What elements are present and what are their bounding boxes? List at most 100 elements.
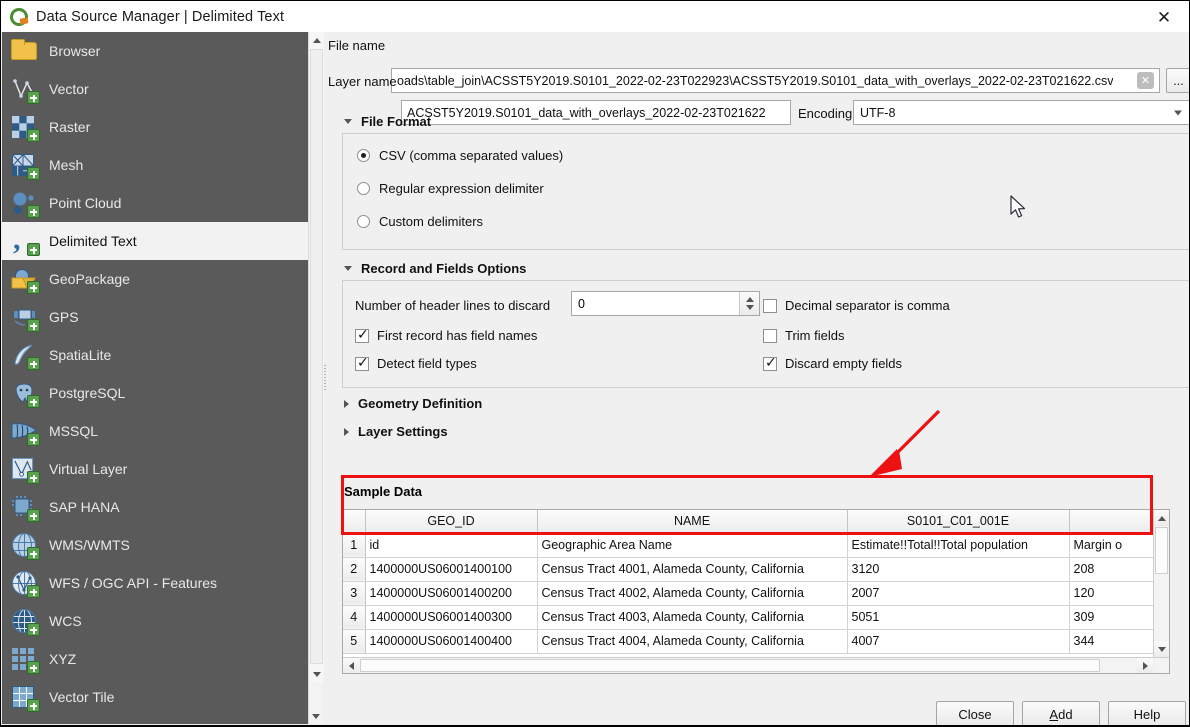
cell-geo-id[interactable]: 1400000US06001400100 xyxy=(365,557,537,581)
stepper-buttons[interactable] xyxy=(739,292,759,315)
cell-name[interactable]: Census Tract 4004, Alameda County, Calif… xyxy=(537,629,847,653)
panel-scroll-down-icon[interactable] xyxy=(309,666,324,682)
vector-icon xyxy=(10,74,40,104)
sidebar-item-xyz[interactable]: XYZ xyxy=(2,640,308,678)
stepper-up-icon[interactable] xyxy=(746,297,754,302)
table-row[interactable]: 3 1400000US06001400200 Census Tract 4002… xyxy=(343,581,1155,605)
column-header-name[interactable]: NAME xyxy=(537,510,847,533)
file-name-input[interactable]: oads\table_join\ACSST5Y2019.S0101_2022-0… xyxy=(391,68,1160,93)
table-row[interactable]: 1 id Geographic Area Name Estimate!!Tota… xyxy=(343,533,1155,557)
table-horizontal-scrollbar[interactable] xyxy=(343,657,1169,673)
sidebar-item-gps[interactable]: GPS xyxy=(2,298,308,336)
browse-button[interactable]: ... xyxy=(1166,68,1190,93)
cell-s0101-c01-001e[interactable]: 2007 xyxy=(847,581,1069,605)
radio-csv[interactable]: CSV (comma separated values) xyxy=(357,148,563,163)
postgresql-icon xyxy=(10,378,40,408)
layer-name-input[interactable]: ACSST5Y2019.S0101_data_with_overlays_202… xyxy=(401,100,791,125)
sample-data-table: GEO_ID NAME S0101_C01_001E 1 id Geograph… xyxy=(343,510,1156,654)
panel-scrollbar[interactable] xyxy=(309,32,324,682)
layer-settings-section-header[interactable]: Layer Settings xyxy=(344,424,448,439)
file-format-section-header[interactable]: File Format xyxy=(344,114,431,129)
checkbox-first-record-has-field-names[interactable]: First record has field names xyxy=(355,328,537,343)
layer-name-value: ACSST5Y2019.S0101_data_with_overlays_202… xyxy=(407,106,766,120)
cell-name[interactable]: Census Tract 4001, Alameda County, Calif… xyxy=(537,557,847,581)
table-scroll-left-icon[interactable] xyxy=(343,658,359,673)
cell-s0101-c01-001e[interactable]: 3120 xyxy=(847,557,1069,581)
column-header-blank[interactable] xyxy=(1069,510,1155,533)
record-fields-section-header[interactable]: Record and Fields Options xyxy=(344,261,526,276)
cell-geo-id[interactable]: id xyxy=(365,533,537,557)
sidebar-item-label: PostgreSQL xyxy=(49,385,125,401)
wfs-icon xyxy=(10,568,40,598)
radio-custom-delimiters[interactable]: Custom delimiters xyxy=(357,214,483,229)
cell-s0101-c01-001e[interactable]: 5051 xyxy=(847,605,1069,629)
close-button[interactable]: Close xyxy=(936,701,1014,727)
checkbox-discard-empty-fields[interactable]: Discard empty fields xyxy=(763,356,902,371)
checkbox-detect-field-types[interactable]: Detect field types xyxy=(355,356,477,371)
clear-icon[interactable]: ✕ xyxy=(1137,72,1154,89)
panel-scroll-up-icon[interactable] xyxy=(309,32,324,48)
geometry-definition-section-header[interactable]: Geometry Definition xyxy=(344,396,482,411)
sidebar-item-vector[interactable]: Vector xyxy=(2,70,308,108)
header-lines-stepper[interactable]: 0 xyxy=(571,291,760,316)
cell-s0101-c01-001e[interactable]: Estimate!!Total!!Total population xyxy=(847,533,1069,557)
chevron-right-icon xyxy=(344,400,349,408)
panel-scroll-thumb[interactable] xyxy=(310,49,323,664)
sidebar-item-browser[interactable]: Browser xyxy=(2,32,308,70)
radio-icon xyxy=(357,182,370,195)
close-icon[interactable]: ✕ xyxy=(1147,5,1181,29)
sidebar-item-delimited-text[interactable]: , Delimited Text xyxy=(2,222,308,260)
vector-tile-icon xyxy=(10,682,40,712)
checkbox-decimal-separator-is-comma[interactable]: Decimal separator is comma xyxy=(763,298,950,313)
sidebar-item-wfs[interactable]: WFS / OGC API - Features xyxy=(2,564,308,602)
sidebar-item-postgresql[interactable]: PostgreSQL xyxy=(2,374,308,412)
table-row[interactable]: 4 1400000US06001400300 Census Tract 4003… xyxy=(343,605,1155,629)
encoding-select[interactable]: UTF-8 xyxy=(853,100,1190,125)
cell-margin[interactable]: 120 xyxy=(1069,581,1155,605)
cell-geo-id[interactable]: 1400000US06001400300 xyxy=(365,605,537,629)
sidebar-item-virtual-layer[interactable]: Virtual Layer xyxy=(2,450,308,488)
checkbox-trim-fields[interactable]: Trim fields xyxy=(763,328,844,343)
checkbox-label: Discard empty fields xyxy=(785,356,902,371)
cell-geo-id[interactable]: 1400000US06001400400 xyxy=(365,629,537,653)
radio-regex-delimiter[interactable]: Regular expression delimiter xyxy=(357,181,544,196)
table-row[interactable]: 2 1400000US06001400100 Census Tract 4001… xyxy=(343,557,1155,581)
sidebar-item-wms-wmts[interactable]: WMS/WMTS xyxy=(2,526,308,564)
column-header-geo-id[interactable]: GEO_ID xyxy=(365,510,537,533)
table-vscroll-thumb[interactable] xyxy=(1155,527,1168,574)
cell-margin[interactable]: 309 xyxy=(1069,605,1155,629)
scroll-down-icon[interactable] xyxy=(309,708,323,724)
cell-name[interactable]: Geographic Area Name xyxy=(537,533,847,557)
source-type-sidebar[interactable]: Browser Vector xyxy=(2,32,308,724)
cell-geo-id[interactable]: 1400000US06001400200 xyxy=(365,581,537,605)
table-row[interactable]: 5 1400000US06001400400 Census Tract 4004… xyxy=(343,629,1155,653)
sidebar-item-vector-tile[interactable]: Vector Tile xyxy=(2,678,308,716)
cell-s0101-c01-001e[interactable]: 4007 xyxy=(847,629,1069,653)
row-number: 1 xyxy=(343,533,365,557)
help-button[interactable]: Help xyxy=(1108,701,1186,727)
sidebar-item-sap-hana[interactable]: SAP HANA xyxy=(2,488,308,526)
table-hscroll-thumb[interactable] xyxy=(360,659,1100,672)
column-header-s0101-c01-001e[interactable]: S0101_C01_001E xyxy=(847,510,1069,533)
virtual-layer-icon xyxy=(10,454,40,484)
cell-name[interactable]: Census Tract 4003, Alameda County, Calif… xyxy=(537,605,847,629)
sidebar-item-wcs[interactable]: WCS xyxy=(2,602,308,640)
add-button[interactable]: Add xyxy=(1022,701,1100,727)
cell-margin[interactable]: Margin o xyxy=(1069,533,1155,557)
sidebar-item-mesh[interactable]: Mesh xyxy=(2,146,308,184)
mssql-icon xyxy=(10,416,40,446)
sidebar-item-raster[interactable]: Raster xyxy=(2,108,308,146)
cell-margin[interactable]: 344 xyxy=(1069,629,1155,653)
qgis-logo-icon xyxy=(10,8,28,26)
stepper-down-icon[interactable] xyxy=(746,305,754,310)
table-scroll-right-icon[interactable] xyxy=(1137,658,1153,673)
sidebar-item-point-cloud[interactable]: Point Cloud xyxy=(2,184,308,222)
cell-margin[interactable]: 208 xyxy=(1069,557,1155,581)
sidebar-item-mssql[interactable]: MSSQL xyxy=(2,412,308,450)
table-scroll-down-icon[interactable] xyxy=(1154,641,1169,657)
table-scroll-up-icon[interactable] xyxy=(1154,510,1169,526)
sidebar-item-spatialite[interactable]: SpatiaLite xyxy=(2,336,308,374)
cell-name[interactable]: Census Tract 4002, Alameda County, Calif… xyxy=(537,581,847,605)
table-vertical-scrollbar[interactable] xyxy=(1153,510,1169,657)
sidebar-item-geopackage[interactable]: GeoPackage xyxy=(2,260,308,298)
